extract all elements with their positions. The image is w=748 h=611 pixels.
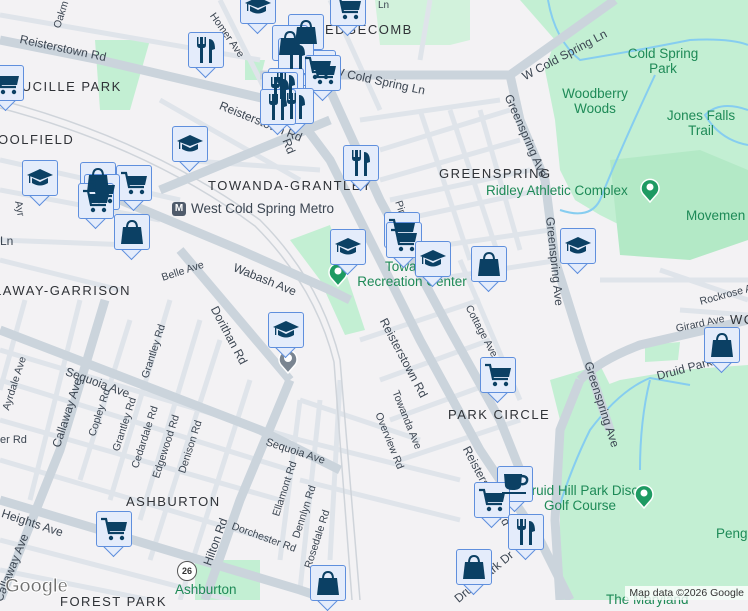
metro-icon: M	[172, 201, 186, 216]
bag-marker[interactable]	[456, 549, 492, 596]
school-icon	[22, 160, 58, 196]
school-icon	[415, 241, 451, 277]
park-label-ashburton[interactable]: Ashburton	[175, 582, 237, 597]
bag-icon	[114, 214, 150, 250]
park-label-peng[interactable]: Peng	[716, 526, 748, 541]
cart-marker[interactable]	[330, 0, 366, 37]
neighborhood-label: PARK CIRCLE	[448, 407, 551, 422]
cart-icon	[386, 222, 422, 258]
bag-marker[interactable]	[704, 327, 740, 374]
bag-marker[interactable]	[114, 214, 150, 261]
cart-marker[interactable]	[96, 511, 132, 558]
bag-icon	[456, 549, 492, 585]
school-marker[interactable]	[22, 160, 58, 207]
map-attribution[interactable]: Map data ©2026 Google	[625, 586, 748, 600]
neighborhood-label: LUCILLE PARK	[13, 79, 122, 94]
bag-marker[interactable]	[310, 565, 346, 611]
street-label: Ln	[378, 0, 390, 11]
neighborhood-label: LAWAY-GARRISON	[0, 283, 132, 298]
fork-icon	[508, 514, 544, 550]
fork-marker[interactable]	[508, 514, 544, 561]
park-label-jones-falls[interactable]: Jones Falls Trail	[666, 108, 736, 138]
park-label-movement[interactable]: Movemen	[686, 208, 745, 223]
metro-station[interactable]: M West Cold Spring Metro	[172, 201, 334, 216]
bag-icon	[310, 565, 346, 601]
fork-icon	[188, 32, 224, 68]
cart-icon	[480, 357, 516, 393]
neighborhood-label: OOLFIELD	[0, 132, 75, 147]
bag-marker[interactable]	[471, 246, 507, 293]
fork-marker[interactable]	[343, 145, 379, 192]
park-pin-icon[interactable]	[639, 177, 661, 203]
neighborhood-label: FOREST PARK	[60, 594, 168, 609]
school-marker[interactable]	[240, 0, 276, 35]
cart-icon	[78, 183, 114, 219]
cart-marker[interactable]	[116, 165, 152, 212]
cart-icon	[116, 165, 152, 201]
park-label-woodberry[interactable]: Woodberry Woods	[560, 86, 630, 116]
park-label-druid[interactable]: Druid Hill Park Disc Golf Course	[520, 483, 640, 513]
neighborhood-label: ASHBURTON	[126, 494, 221, 509]
school-icon	[268, 312, 304, 348]
bag-icon	[704, 327, 740, 363]
school-marker[interactable]	[560, 228, 596, 275]
cart-icon	[96, 511, 132, 547]
school-marker[interactable]	[172, 126, 208, 173]
cart-icon	[474, 482, 510, 518]
cart-marker[interactable]	[0, 65, 24, 112]
school-icon	[330, 229, 366, 265]
cart-icon	[305, 55, 341, 91]
google-logo: Google	[4, 576, 68, 598]
school-marker[interactable]	[415, 241, 451, 288]
fork-marker[interactable]	[188, 32, 224, 79]
bag-icon	[471, 246, 507, 282]
school-icon	[240, 0, 276, 24]
park-label-cold-spring[interactable]: Cold Spring Park	[618, 46, 708, 76]
cart-icon	[330, 0, 366, 26]
cart-marker[interactable]	[474, 482, 510, 529]
street-label: er Rd	[0, 434, 27, 446]
fork-icon	[343, 145, 379, 181]
park-pin-icon[interactable]	[633, 483, 655, 509]
route-shield: 26	[177, 561, 197, 581]
cart-marker[interactable]	[480, 357, 516, 404]
cart-icon	[0, 65, 24, 101]
park-label-ridley[interactable]: Ridley Athletic Complex	[486, 183, 628, 198]
school-icon	[172, 126, 208, 162]
school-marker[interactable]	[330, 229, 366, 276]
street-label: Ln	[0, 234, 14, 248]
school-icon	[560, 228, 596, 264]
metro-station-label: West Cold Spring Metro	[191, 201, 335, 216]
neighborhood-label: WO	[730, 312, 748, 327]
school-marker[interactable]	[268, 312, 304, 359]
cart-marker[interactable]	[78, 183, 114, 230]
